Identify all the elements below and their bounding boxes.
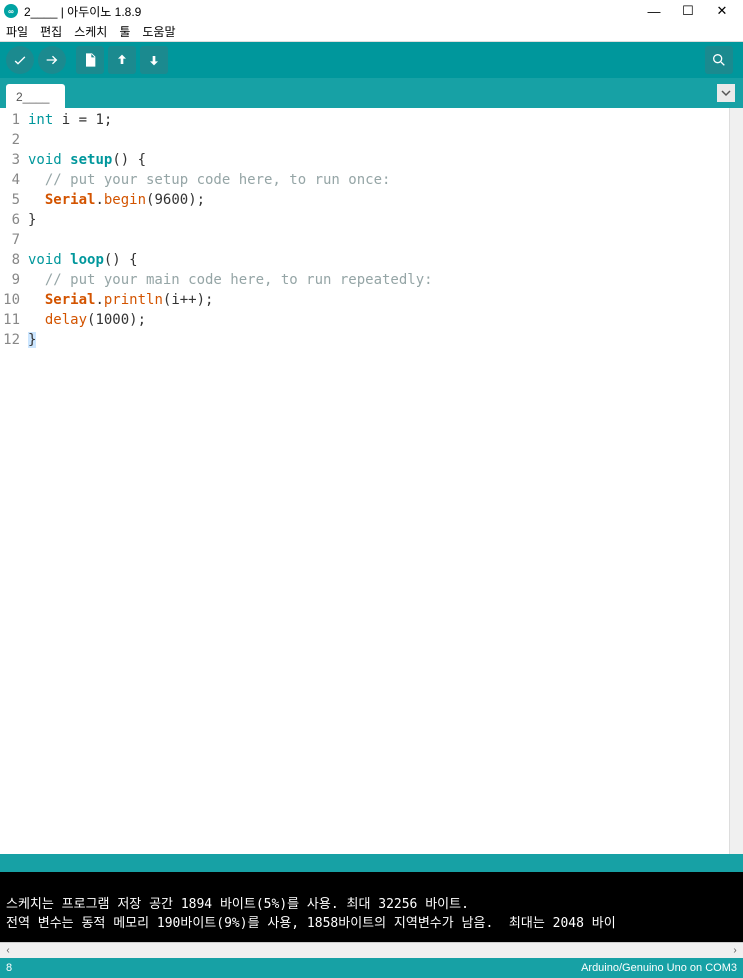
code-line[interactable]: Serial.println(i++); [28, 290, 729, 310]
menu-sketch[interactable]: 스케치 [72, 23, 109, 40]
console-line-2: 전역 변수는 동적 메모리 190바이트(9%)를 사용, 1858바이트의 지… [6, 916, 616, 931]
arrow-right-icon [44, 52, 60, 68]
open-sketch-button[interactable] [108, 46, 136, 74]
file-icon [82, 52, 98, 68]
scroll-right-button[interactable]: › [727, 943, 743, 959]
arrow-down-icon [146, 52, 162, 68]
minimize-button[interactable]: — [637, 1, 671, 21]
line-number-gutter: 123456789101112 [0, 108, 24, 854]
arduino-logo-icon: ∞ [4, 4, 18, 18]
magnifier-icon [711, 52, 727, 68]
line-number: 12 [0, 330, 20, 350]
window-controls: — ☐ ✕ [637, 1, 739, 21]
verify-button[interactable] [6, 46, 34, 74]
menu-edit[interactable]: 편집 [38, 23, 64, 40]
code-line[interactable]: delay(1000); [28, 310, 729, 330]
line-number: 2 [0, 130, 20, 150]
code-line[interactable]: // put your setup code here, to run once… [28, 170, 729, 190]
line-number: 9 [0, 270, 20, 290]
console-header-bar[interactable] [0, 854, 743, 872]
status-bar: 8 Arduino/Genuino Uno on COM3 [0, 958, 743, 978]
code-line[interactable]: // put your main code here, to run repea… [28, 270, 729, 290]
chevron-down-icon [721, 88, 731, 98]
menu-help[interactable]: 도움말 [140, 23, 177, 40]
check-icon [12, 52, 28, 68]
line-number: 7 [0, 230, 20, 250]
line-number: 5 [0, 190, 20, 210]
scroll-left-button[interactable]: ‹ [0, 943, 16, 959]
save-sketch-button[interactable] [140, 46, 168, 74]
close-button[interactable]: ✕ [705, 1, 739, 21]
line-number: 11 [0, 310, 20, 330]
tab-active[interactable]: 2____ [6, 84, 65, 108]
code-editor[interactable]: 123456789101112 int i = 1; void setup() … [0, 108, 743, 854]
toolbar [0, 42, 743, 78]
console-output: 스케치는 프로그램 저장 공간 1894 바이트(5%)를 사용. 최대 322… [0, 872, 743, 942]
serial-monitor-button[interactable] [705, 46, 733, 74]
line-number: 1 [0, 110, 20, 130]
new-sketch-button[interactable] [76, 46, 104, 74]
code-area[interactable]: int i = 1; void setup() { // put your se… [24, 108, 729, 854]
menu-bar: 파일 편집 스케치 툴 도움말 [0, 22, 743, 42]
maximize-button[interactable]: ☐ [671, 1, 705, 21]
code-line[interactable]: Serial.begin(9600); [28, 190, 729, 210]
arrow-up-icon [114, 52, 130, 68]
console-line-1: 스케치는 프로그램 저장 공간 1894 바이트(5%)를 사용. 최대 322… [6, 897, 469, 912]
upload-button[interactable] [38, 46, 66, 74]
vertical-scrollbar[interactable] [729, 108, 743, 854]
code-line[interactable]: int i = 1; [28, 110, 729, 130]
menu-file[interactable]: 파일 [4, 23, 30, 40]
tab-menu-button[interactable] [717, 84, 735, 102]
window-title: 2____ | 아두이노 1.8.9 [24, 3, 637, 20]
tab-strip: 2____ [0, 78, 743, 108]
code-line[interactable]: void loop() { [28, 250, 729, 270]
code-line[interactable]: } [28, 330, 729, 350]
code-line[interactable]: } [28, 210, 729, 230]
menu-tools[interactable]: 툴 [117, 23, 132, 40]
code-line[interactable] [28, 230, 729, 250]
line-number: 3 [0, 150, 20, 170]
status-board-info: Arduino/Genuino Uno on COM3 [581, 962, 737, 974]
code-line[interactable]: void setup() { [28, 150, 729, 170]
title-bar: ∞ 2____ | 아두이노 1.8.9 — ☐ ✕ [0, 0, 743, 22]
code-line[interactable] [28, 130, 729, 150]
horizontal-scrollbar[interactable]: ‹ › [0, 942, 743, 958]
line-number: 10 [0, 290, 20, 310]
line-number: 4 [0, 170, 20, 190]
line-number: 8 [0, 250, 20, 270]
status-line-number: 8 [6, 962, 12, 974]
line-number: 6 [0, 210, 20, 230]
